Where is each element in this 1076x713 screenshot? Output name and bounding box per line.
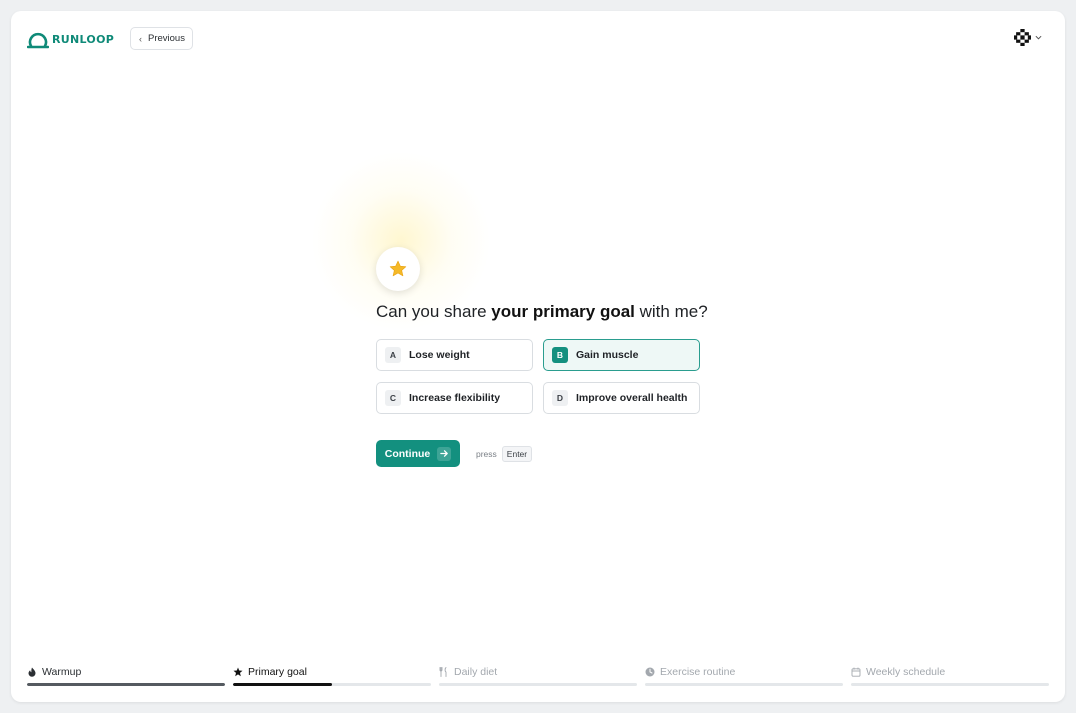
question-suffix: with me? [634, 302, 708, 321]
star-icon [389, 260, 407, 277]
option-label-a: Lose weight [409, 349, 470, 361]
progress-steps: Warmup Primary goal Daily diet Exercise … [27, 666, 1049, 690]
chevron-left-icon: ‹ [139, 33, 142, 44]
clock-icon [645, 667, 655, 677]
user-menu[interactable] [1014, 29, 1042, 46]
step-label: Warmup [42, 666, 82, 678]
step-progress-fill [27, 683, 225, 686]
step-weekly-schedule[interactable]: Weekly schedule [851, 666, 1049, 686]
app-window: RUNLOOP ‹ Previous Can you share your pr… [11, 11, 1065, 702]
step-progress-track [851, 683, 1049, 686]
chevron-down-icon [1035, 35, 1042, 40]
logo-loop-icon [27, 32, 49, 49]
option-a[interactable]: A Lose weight [376, 339, 533, 371]
question-emphasis: your primary goal [491, 302, 635, 321]
continue-label: Continue [384, 447, 431, 460]
step-daily-diet[interactable]: Daily diet [439, 666, 637, 686]
runloop-logo[interactable]: RUNLOOP [27, 29, 114, 49]
option-label-b: Gain muscle [576, 349, 639, 361]
press-text: press [476, 449, 497, 459]
keyboard-hint: press Enter [476, 446, 533, 462]
question-prefix: Can you share [376, 302, 492, 321]
step-warmup[interactable]: Warmup [27, 666, 225, 686]
logo-text: RUNLOOP [52, 32, 115, 46]
option-key-a: A [385, 347, 401, 363]
flame-icon [28, 667, 36, 677]
goal-star-badge [376, 247, 420, 291]
option-d[interactable]: D Improve overall health [543, 382, 700, 414]
step-progress-track [233, 683, 431, 686]
step-label: Weekly schedule [866, 666, 946, 678]
option-key-b: B [552, 347, 568, 363]
step-progress-fill [233, 683, 332, 686]
option-key-d: D [552, 390, 568, 406]
previous-button[interactable]: ‹ Previous [130, 27, 193, 50]
step-label: Exercise routine [660, 666, 736, 678]
option-b[interactable]: B Gain muscle [543, 339, 700, 371]
arrow-right-icon [437, 446, 452, 461]
step-progress-track [439, 683, 637, 686]
utensils-icon [439, 667, 447, 677]
step-label: Daily diet [454, 666, 498, 678]
option-label-c: Increase flexibility [409, 392, 501, 404]
star-icon [233, 667, 243, 677]
continue-button[interactable]: Continue [376, 440, 460, 467]
enter-key-badge: Enter [501, 446, 533, 462]
step-label: Primary goal [248, 666, 307, 678]
calendar-icon [851, 667, 861, 677]
step-progress-track [645, 683, 843, 686]
checkered-avatar-icon [1014, 29, 1031, 46]
option-key-c: C [385, 390, 401, 406]
step-exercise-routine[interactable]: Exercise routine [645, 666, 843, 686]
previous-label: Previous [148, 33, 185, 44]
step-primary-goal[interactable]: Primary goal [233, 666, 431, 686]
option-label-d: Improve overall health [576, 392, 688, 404]
question-heading: Can you share your primary goal with me? [376, 302, 708, 322]
step-progress-track [27, 683, 225, 686]
option-c[interactable]: C Increase flexibility [376, 382, 533, 414]
